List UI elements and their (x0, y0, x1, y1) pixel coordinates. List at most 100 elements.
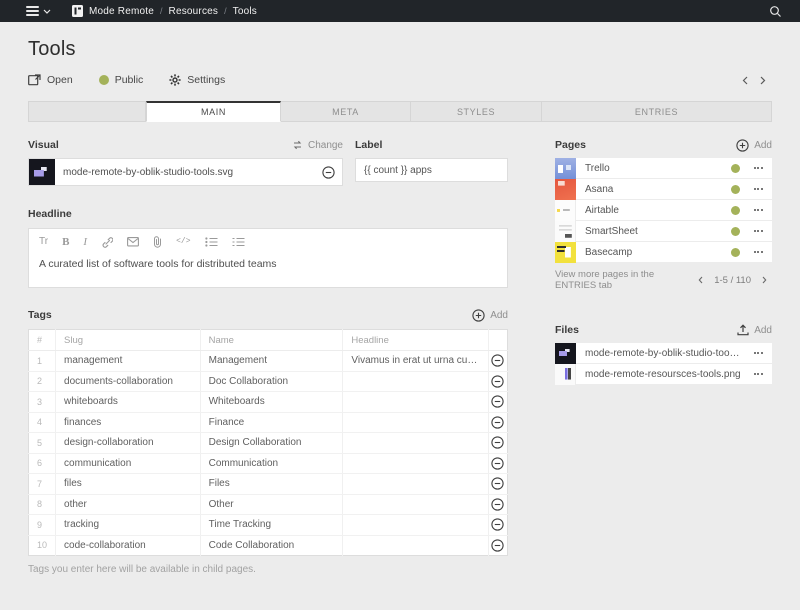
tag-slug-cell[interactable]: communication (56, 453, 201, 474)
tags-help-note: Tags you enter here will be available in… (28, 564, 508, 575)
list-item[interactable]: mode-remote-resoursces-tools.png (555, 364, 772, 385)
main-menu-button[interactable] (26, 6, 51, 16)
remove-tag-button[interactable] (488, 494, 507, 515)
tag-slug-cell[interactable]: documents-collaboration (56, 371, 201, 392)
add-page-button[interactable]: Add (736, 139, 772, 152)
tag-slug-cell[interactable]: whiteboards (56, 392, 201, 413)
ordered-list-button[interactable] (232, 237, 245, 247)
bold-button[interactable]: B (62, 237, 69, 248)
more-menu-icon[interactable] (750, 209, 772, 211)
bullet-list-icon (205, 237, 218, 247)
label-input[interactable] (355, 158, 508, 182)
more-menu-icon[interactable] (750, 167, 772, 169)
tag-row-number: 3 (29, 392, 56, 413)
remove-tag-button[interactable] (488, 453, 507, 474)
tag-name-cell[interactable]: Design Collaboration (200, 433, 343, 454)
tab[interactable]: MAIN (146, 101, 281, 122)
ordered-list-icon (232, 237, 245, 247)
tag-slug-cell[interactable]: other (56, 494, 201, 515)
code-button[interactable]: </> (176, 238, 190, 246)
headline-label: Headline (28, 208, 72, 220)
remove-tag-button[interactable] (488, 371, 507, 392)
next-page-chevron-icon[interactable] (754, 74, 772, 87)
remove-tag-button[interactable] (488, 535, 507, 556)
tag-headline-cell[interactable] (343, 433, 488, 454)
upload-file-button[interactable]: Add (737, 324, 772, 336)
more-menu-icon[interactable] (750, 230, 772, 232)
prev-page-chevron-icon[interactable] (736, 74, 754, 87)
list-item[interactable]: Airtable (555, 200, 772, 221)
tag-slug-cell[interactable]: design-collaboration (56, 433, 201, 454)
breadcrumb-item-site[interactable]: Mode Remote (89, 6, 154, 17)
tag-name-cell[interactable]: Whiteboards (200, 392, 343, 413)
more-menu-icon[interactable] (750, 373, 772, 375)
files-list: mode-remote-by-oblik-studio-tools.svg mo… (555, 343, 772, 385)
tag-name-cell[interactable]: Communication (200, 453, 343, 474)
page-name: Asana (576, 184, 731, 195)
list-item[interactable]: Trello (555, 158, 772, 179)
breadcrumb-item-tools[interactable]: Tools (233, 6, 257, 17)
minus-circle-icon (491, 436, 504, 449)
remove-tag-button[interactable] (488, 433, 507, 454)
tag-name-cell[interactable]: Doc Collaboration (200, 371, 343, 392)
headline-text[interactable]: A curated list of software tools for dis… (29, 252, 507, 276)
tag-headline-cell[interactable] (343, 515, 488, 536)
change-visual-button[interactable]: Change (292, 140, 343, 151)
tab[interactable]: META (281, 101, 411, 122)
add-tag-button[interactable]: Add (472, 309, 508, 322)
tag-headline-cell[interactable] (343, 371, 488, 392)
breadcrumb-item-resources[interactable]: Resources (169, 6, 219, 17)
email-button[interactable] (127, 237, 139, 247)
remove-tag-button[interactable] (488, 515, 507, 536)
list-item[interactable]: Asana (555, 179, 772, 200)
visual-file-row[interactable]: mode-remote-by-oblik-studio-tools.svg (28, 158, 343, 186)
bullet-list-button[interactable] (205, 237, 218, 247)
list-item[interactable]: Basecamp (555, 242, 772, 263)
tag-name-cell[interactable]: Files (200, 474, 343, 495)
tag-slug-cell[interactable]: files (56, 474, 201, 495)
pagination-prev-icon[interactable] (693, 275, 708, 285)
headline-editor[interactable]: Tr B I (28, 228, 508, 288)
tag-slug-cell[interactable]: management (56, 351, 201, 372)
more-menu-icon[interactable] (750, 251, 772, 253)
tag-name-cell[interactable]: Management (200, 351, 343, 372)
more-menu-icon[interactable] (750, 352, 772, 354)
tag-headline-cell[interactable] (343, 474, 488, 495)
tag-headline-cell[interactable] (343, 453, 488, 474)
page-thumbnail (555, 221, 576, 242)
attachment-button[interactable] (153, 236, 162, 248)
tag-headline-cell[interactable] (343, 494, 488, 515)
remove-tag-button[interactable] (488, 412, 507, 433)
italic-button[interactable]: I (83, 237, 87, 248)
list-item[interactable]: mode-remote-by-oblik-studio-tools.svg (555, 343, 772, 364)
remove-tag-button[interactable] (488, 392, 507, 413)
tag-headline-cell[interactable] (343, 392, 488, 413)
tag-slug-cell[interactable]: code-collaboration (56, 535, 201, 556)
tab[interactable]: ENTRIES (542, 101, 772, 122)
remove-tag-button[interactable] (488, 474, 507, 495)
tag-name-cell[interactable]: Code Collaboration (200, 535, 343, 556)
link-button[interactable] (101, 237, 113, 248)
tag-headline-cell[interactable] (343, 412, 488, 433)
search-icon[interactable] (767, 3, 784, 20)
tab[interactable]: STYLES (411, 101, 542, 122)
remove-visual-button[interactable] (315, 166, 342, 179)
files-section: Files Add mode-remote-by-oblik (555, 323, 772, 385)
pagination-next-icon[interactable] (757, 275, 772, 285)
tag-name-cell[interactable]: Time Tracking (200, 515, 343, 536)
chevron-down-icon (43, 9, 51, 14)
remove-tag-button[interactable] (488, 351, 507, 372)
file-name: mode-remote-by-oblik-studio-tools.svg (576, 348, 750, 359)
visibility-status[interactable]: Public (99, 74, 144, 86)
tag-headline-cell[interactable]: Vivamus in erat ut urna cursus vestibul.… (343, 351, 488, 372)
open-button[interactable]: Open (28, 74, 73, 86)
list-item[interactable]: SmartSheet (555, 221, 772, 242)
more-menu-icon[interactable] (750, 188, 772, 190)
tag-name-cell[interactable]: Other (200, 494, 343, 515)
tag-name-cell[interactable]: Finance (200, 412, 343, 433)
tag-headline-cell[interactable] (343, 535, 488, 556)
tag-slug-cell[interactable]: tracking (56, 515, 201, 536)
text-format-button[interactable]: Tr (39, 237, 48, 247)
settings-button[interactable]: Settings (169, 74, 225, 86)
tag-slug-cell[interactable]: finances (56, 412, 201, 433)
